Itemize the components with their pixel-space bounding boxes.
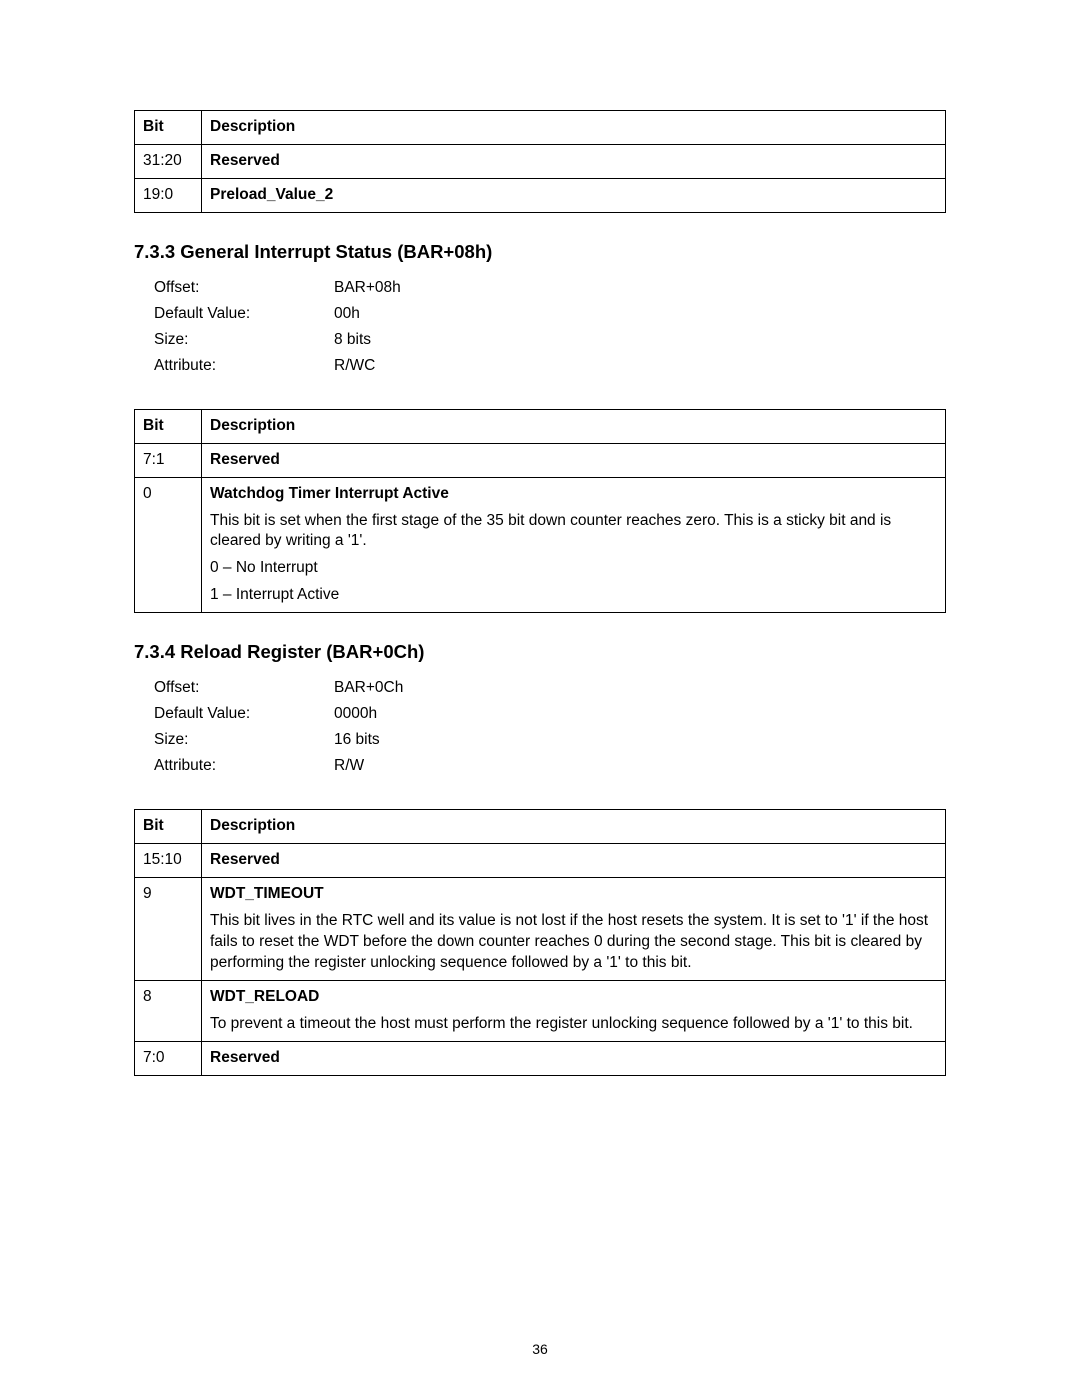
info-value: R/W xyxy=(334,753,514,779)
info-value: BAR+08h xyxy=(334,275,514,301)
field-title: WDT_RELOAD xyxy=(210,987,937,1008)
bit-desc: Reserved xyxy=(202,144,946,178)
col-bit-header: Bit xyxy=(135,810,202,844)
info-label: Attribute: xyxy=(154,753,334,779)
page-number: 36 xyxy=(0,1341,1080,1357)
section-heading-734: 7.3.4 Reload Register (BAR+0Ch) xyxy=(134,641,946,663)
field-desc-line: 1 – Interrupt Active xyxy=(210,585,937,606)
bit-range: 9 xyxy=(135,878,202,981)
register-info-733: Offset: BAR+08h Default Value: 00h Size:… xyxy=(154,275,514,379)
bit-desc: Watchdog Timer Interrupt Active This bit… xyxy=(202,477,946,613)
table-row: 7:1 Reserved xyxy=(135,443,946,477)
table-row: 31:20 Reserved xyxy=(135,144,946,178)
field-desc-line: 0 – No Interrupt xyxy=(210,558,937,579)
table-row: 0 Watchdog Timer Interrupt Active This b… xyxy=(135,477,946,613)
table-row: 8 WDT_RELOAD To prevent a timeout the ho… xyxy=(135,980,946,1041)
info-label: Offset: xyxy=(154,275,334,301)
info-label: Size: xyxy=(154,727,334,753)
col-desc-header: Description xyxy=(202,111,946,145)
bit-desc: WDT_RELOAD To prevent a timeout the host… xyxy=(202,980,946,1041)
field-desc-line: This bit is set when the first stage of … xyxy=(210,511,937,553)
info-label: Default Value: xyxy=(154,301,334,327)
bit-desc: Reserved xyxy=(202,1041,946,1075)
bit-range: 8 xyxy=(135,980,202,1041)
bit-range: 7:0 xyxy=(135,1041,202,1075)
bit-range: 15:10 xyxy=(135,844,202,878)
info-label: Default Value: xyxy=(154,701,334,727)
info-value: 8 bits xyxy=(334,327,514,353)
info-value: 0000h xyxy=(334,701,514,727)
info-value: 16 bits xyxy=(334,727,514,753)
bit-desc: WDT_TIMEOUT This bit lives in the RTC we… xyxy=(202,878,946,981)
bit-range: 0 xyxy=(135,477,202,613)
section-heading-733: 7.3.3 General Interrupt Status (BAR+08h) xyxy=(134,241,946,263)
info-label: Size: xyxy=(154,327,334,353)
info-label: Offset: xyxy=(154,675,334,701)
table-row: 9 WDT_TIMEOUT This bit lives in the RTC … xyxy=(135,878,946,981)
bit-desc: Reserved xyxy=(202,844,946,878)
reload-register-table: Bit Description 15:10 Reserved 9 WDT_TIM… xyxy=(134,809,946,1075)
field-desc-line: To prevent a timeout the host must perfo… xyxy=(210,1014,937,1035)
field-desc-line: This bit lives in the RTC well and its v… xyxy=(210,911,937,974)
col-bit-header: Bit xyxy=(135,409,202,443)
table-row: 7:0 Reserved xyxy=(135,1041,946,1075)
table-row: 19:0 Preload_Value_2 xyxy=(135,178,946,212)
interrupt-status-table: Bit Description 7:1 Reserved 0 Watchdog … xyxy=(134,409,946,613)
col-desc-header: Description xyxy=(202,810,946,844)
bit-desc: Reserved xyxy=(202,443,946,477)
col-bit-header: Bit xyxy=(135,111,202,145)
info-label: Attribute: xyxy=(154,353,334,379)
field-title: Watchdog Timer Interrupt Active xyxy=(210,484,937,505)
bit-range: 19:0 xyxy=(135,178,202,212)
register-info-734: Offset: BAR+0Ch Default Value: 0000h Siz… xyxy=(154,675,514,779)
field-title: WDT_TIMEOUT xyxy=(210,884,937,905)
col-desc-header: Description xyxy=(202,409,946,443)
bit-desc: Preload_Value_2 xyxy=(202,178,946,212)
info-value: BAR+0Ch xyxy=(334,675,514,701)
bit-range: 7:1 xyxy=(135,443,202,477)
bit-range: 31:20 xyxy=(135,144,202,178)
table-row: 15:10 Reserved xyxy=(135,844,946,878)
info-value: R/WC xyxy=(334,353,514,379)
info-value: 00h xyxy=(334,301,514,327)
preload-value-table: Bit Description 31:20 Reserved 19:0 Prel… xyxy=(134,110,946,213)
